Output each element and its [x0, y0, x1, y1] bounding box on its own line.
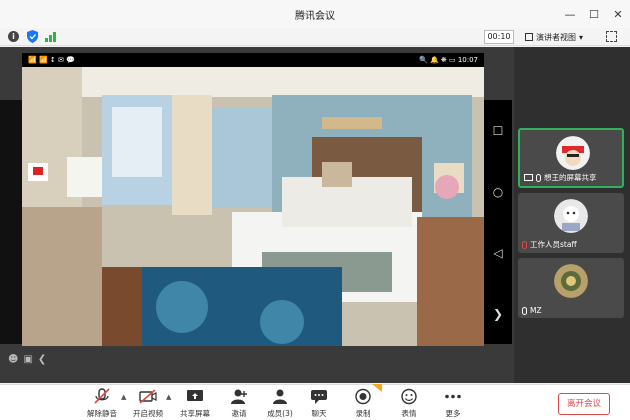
- meeting-toolbar: 解除静音 ▲ 开启视频 ▲ 共享屏幕 邀请 成员(3) 聊天 录制 表情 更多 …: [0, 384, 630, 420]
- participant-tile-staff[interactable]: 工作人员staff: [518, 193, 624, 253]
- mic-icon: [536, 173, 541, 182]
- invite-button[interactable]: 邀请: [219, 388, 259, 419]
- home-circle-icon[interactable]: ○: [493, 185, 503, 199]
- view-mode-label: 演讲者视图: [536, 32, 576, 42]
- screen-share-icon: [524, 174, 533, 181]
- avatar: [554, 199, 588, 233]
- back-triangle-icon[interactable]: ◁: [493, 246, 502, 260]
- record-label: 录制: [355, 409, 371, 418]
- phone-nav-bar: ☐ ○ ◁ ❯: [484, 100, 512, 344]
- status-bar: i 00:10 演讲者视图 ▾: [0, 28, 630, 46]
- chat-icon: [311, 390, 327, 404]
- stage-bottom-controls: ☻ ▣ ❮: [8, 352, 46, 366]
- participant-tile-sharer[interactable]: 想王的屏幕共享: [518, 128, 624, 188]
- more-label: 更多: [445, 409, 461, 418]
- members-label: 成员(3): [267, 409, 293, 418]
- window-title: 腾讯会议: [295, 10, 335, 22]
- unmute-label: 解除静音: [87, 409, 117, 418]
- minimize-button[interactable]: —: [564, 8, 576, 21]
- share-screen-button[interactable]: 共享屏幕: [175, 388, 215, 419]
- chevron-down-icon: ▾: [579, 32, 584, 42]
- reactions-label: 表情: [401, 409, 417, 418]
- share-screen-icon: [187, 390, 203, 401]
- reactions-button[interactable]: 表情: [389, 388, 429, 419]
- signal-icon[interactable]: [45, 31, 57, 42]
- info-icon[interactable]: i: [8, 31, 19, 42]
- shield-icon[interactable]: [27, 30, 38, 43]
- participant-tile-mz[interactable]: MZ: [518, 258, 624, 318]
- record-button[interactable]: 录制: [343, 388, 383, 419]
- phone-status-right: 🔍 🔔 ❋ ▭ 10:07: [419, 56, 478, 64]
- chat-bubble-icon[interactable]: ▣: [23, 354, 32, 365]
- start-video-label: 开启视频: [133, 409, 163, 418]
- video-options-caret-icon[interactable]: ▲: [166, 393, 171, 401]
- add-user-icon: [231, 389, 247, 404]
- unmute-button[interactable]: 解除静音: [82, 388, 122, 419]
- layout-icon: [525, 33, 533, 41]
- close-button[interactable]: ✕: [612, 8, 624, 21]
- mic-options-caret-icon[interactable]: ▲: [121, 393, 126, 401]
- members-icon: [273, 389, 287, 404]
- maximize-button[interactable]: ☐: [588, 8, 600, 21]
- avatar: [556, 136, 590, 170]
- members-button[interactable]: 成员(3): [260, 388, 300, 419]
- chat-label: 聊天: [311, 409, 327, 418]
- shared-hotel-room-image: [22, 67, 484, 346]
- leave-meeting-button[interactable]: 离开会议: [558, 393, 610, 415]
- title-bar: 腾讯会议 — ☐ ✕: [0, 0, 630, 28]
- camera-off-icon: [139, 389, 157, 404]
- fullscreen-icon[interactable]: [606, 31, 617, 42]
- more-dots-icon: [445, 394, 461, 399]
- participant-name: 想王的屏幕共享: [544, 173, 597, 182]
- start-video-button[interactable]: 开启视频: [128, 388, 168, 419]
- meeting-timer: 00:10: [484, 30, 514, 44]
- mic-icon: [522, 306, 527, 315]
- share-screen-label: 共享屏幕: [180, 409, 210, 418]
- square-icon[interactable]: ☐: [493, 124, 504, 138]
- invite-label: 邀请: [231, 409, 247, 418]
- collapse-chevron-icon[interactable]: ❮: [38, 354, 46, 365]
- record-icon: [355, 388, 371, 405]
- participant-name: 工作人员staff: [530, 240, 577, 249]
- smiley-icon: [401, 388, 417, 405]
- avatar: [554, 264, 588, 298]
- mic-muted-icon: [94, 388, 110, 404]
- chat-button[interactable]: 聊天: [299, 388, 339, 419]
- emoji-icon[interactable]: ☻: [8, 354, 18, 365]
- mic-muted-icon: [522, 240, 527, 249]
- chevron-right-icon[interactable]: ❯: [493, 307, 503, 321]
- phone-status-bar: 📶 📶 ↕ ✉ 💬 🔍 🔔 ❋ ▭ 10:07: [22, 53, 484, 67]
- view-mode-dropdown[interactable]: 演讲者视图 ▾: [525, 30, 597, 44]
- phone-status-left: 📶 📶 ↕ ✉ 💬: [28, 56, 75, 64]
- phone-left-edge: [0, 100, 22, 344]
- participant-name: MZ: [530, 306, 542, 315]
- more-button[interactable]: 更多: [433, 388, 473, 419]
